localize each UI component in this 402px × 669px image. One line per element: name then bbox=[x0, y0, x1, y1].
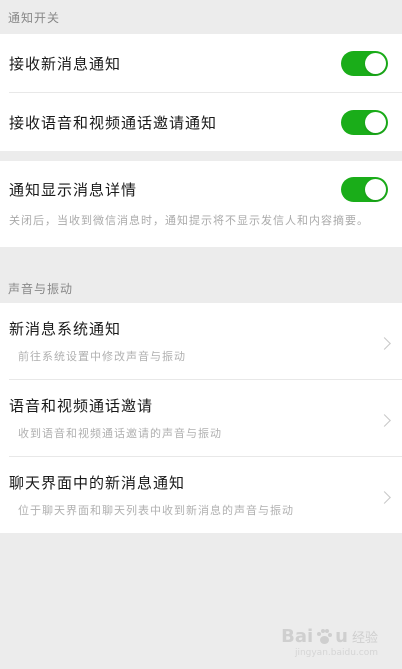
receive-call-invite-label: 接收语音和视频通话邀请通知 bbox=[9, 113, 218, 132]
toggle-knob bbox=[365, 52, 386, 74]
call-invite-sound-row[interactable]: 语音和视频通话邀请 收到语音和视频通话邀请的声音与振动 bbox=[0, 380, 402, 456]
watermark-brand-right: u bbox=[335, 626, 348, 647]
watermark-brand-sub: 经验 bbox=[351, 631, 378, 646]
section-header-label: 声音与振动 bbox=[8, 282, 74, 296]
sound-vibration-card: 新消息系统通知 前往系统设置中修改声音与振动 语音和视频通话邀请 收到语音和视频… bbox=[0, 303, 402, 533]
notify-switch-card: 接收新消息通知 接收语音和视频通话邀请通知 bbox=[0, 34, 402, 151]
toggle-knob bbox=[365, 179, 386, 200]
receive-new-msg-toggle[interactable] bbox=[341, 50, 388, 76]
chat-new-msg-notify-row[interactable]: 聊天界面中的新消息通知 位于聊天界面和聊天列表中收到新消息的声音与振动 bbox=[0, 457, 402, 533]
new-msg-system-notify-subtitle: 前往系统设置中修改声音与振动 bbox=[18, 350, 186, 363]
receive-call-invite-toggle[interactable] bbox=[341, 109, 388, 135]
watermark-url: jingyan.baidu.com bbox=[294, 648, 378, 658]
new-msg-system-notify-row[interactable]: 新消息系统通知 前往系统设置中修改声音与振动 bbox=[0, 303, 402, 379]
receive-new-msg-row[interactable]: 接收新消息通知 bbox=[0, 34, 402, 92]
toggle-knob bbox=[365, 111, 386, 133]
receive-call-invite-row[interactable]: 接收语音和视频通话邀请通知 bbox=[0, 93, 402, 151]
chat-new-msg-notify-title: 聊天界面中的新消息通知 bbox=[9, 474, 186, 492]
show-detail-row[interactable]: 通知显示消息详情 关闭后，当收到微信消息时，通知提示将不显示发信人和内容摘要。 bbox=[0, 161, 402, 247]
new-msg-system-notify-title: 新消息系统通知 bbox=[9, 320, 122, 338]
baidu-jingyan-watermark: Bai u 经验 jingyan.baidu.com bbox=[281, 626, 378, 658]
chat-new-msg-notify-subtitle: 位于聊天界面和聊天列表中收到新消息的声音与振动 bbox=[18, 504, 294, 517]
section-header-notify: 通知开关 bbox=[0, 0, 402, 34]
show-detail-label: 通知显示消息详情 bbox=[9, 181, 138, 199]
section-header-label: 通知开关 bbox=[8, 10, 61, 25]
call-invite-sound-subtitle: 收到语音和视频通话邀请的声音与振动 bbox=[18, 427, 222, 440]
show-detail-description: 关闭后，当收到微信消息时，通知提示将不显示发信人和内容摘要。 bbox=[9, 214, 369, 227]
show-detail-toggle[interactable] bbox=[341, 177, 388, 202]
call-invite-sound-title: 语音和视频通话邀请 bbox=[9, 397, 154, 415]
paw-icon bbox=[315, 628, 333, 646]
section-header-sound: 声音与振动 bbox=[0, 247, 402, 303]
detail-card: 通知显示消息详情 关闭后，当收到微信消息时，通知提示将不显示发信人和内容摘要。 bbox=[0, 161, 402, 247]
watermark-brand-left: Bai bbox=[281, 626, 314, 647]
receive-new-msg-label: 接收新消息通知 bbox=[9, 54, 122, 73]
